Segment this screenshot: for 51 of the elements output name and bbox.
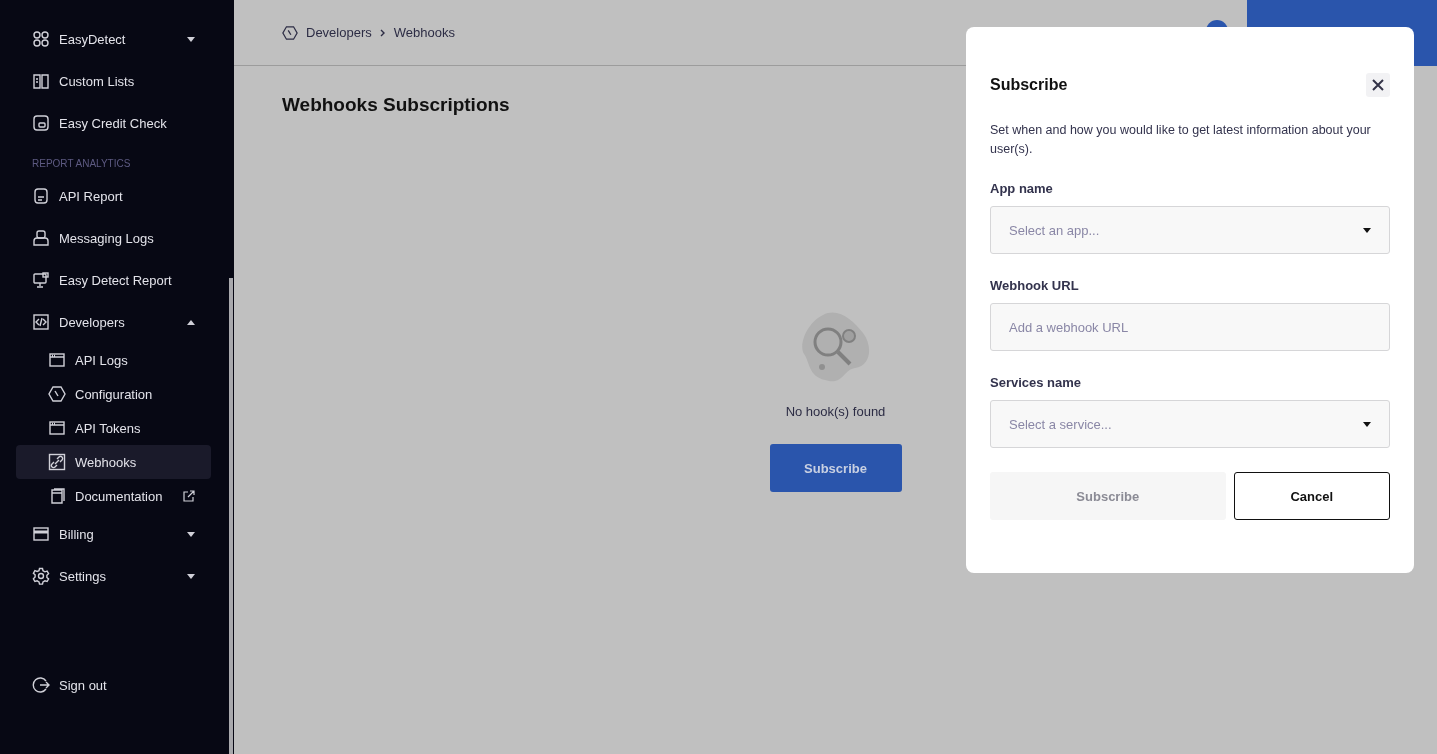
- code-icon: [32, 313, 50, 331]
- caret-icon: [1363, 421, 1371, 427]
- external-link-icon: [183, 490, 195, 502]
- notebook-icon: [48, 487, 66, 505]
- dialog-title: Subscribe: [990, 76, 1068, 94]
- page-title: Webhooks Subscriptions: [282, 94, 511, 116]
- close-icon: [1371, 78, 1385, 92]
- hexagon-icon: [282, 24, 298, 41]
- grid-icon: [32, 30, 50, 48]
- sidebar-item[interactable]: Easy Detect Report: [16, 259, 211, 301]
- chevron-icon: [379, 28, 386, 37]
- credit-card-icon: [32, 525, 50, 543]
- scrollbar[interactable]: [229, 278, 233, 754]
- cancel-button[interactable]: Cancel: [1233, 472, 1390, 520]
- section-label: REPORT ANALYTICS: [31, 158, 132, 169]
- card-icon: [32, 114, 50, 132]
- user-message-icon: [32, 229, 50, 247]
- sidebar-item[interactable]: Billing: [16, 513, 211, 555]
- field-label: Webhook URL: [990, 278, 1080, 293]
- sidebar-item[interactable]: Webhooks: [16, 445, 211, 479]
- sidebar-item[interactable]: Configuration: [16, 377, 211, 411]
- sidebar-item[interactable]: Easy Credit Check: [16, 102, 211, 144]
- sidebar-item[interactable]: API Tokens: [16, 411, 211, 445]
- sidebar-item[interactable]: Settings: [16, 555, 211, 597]
- link-icon: [48, 453, 66, 471]
- sidebar-item[interactable]: API Report: [16, 175, 211, 217]
- book-icon: [32, 72, 50, 90]
- field-label: Services name: [990, 375, 1083, 390]
- hexagon-icon: [48, 385, 66, 403]
- sign-out-icon: [32, 676, 50, 694]
- field-label: App name: [990, 181, 1054, 196]
- sign-out-link[interactable]: Sign out: [16, 664, 211, 706]
- browser-window-icon: [48, 351, 66, 369]
- caret-icon: [1363, 227, 1371, 233]
- close-button[interactable]: [1366, 73, 1390, 97]
- empty-message: No hook(s) found: [785, 404, 886, 419]
- sidebar-item[interactable]: Documentation: [16, 479, 211, 513]
- breadcrumb-link[interactable]: Developers: [306, 25, 372, 40]
- sidebar-item[interactable]: Custom Lists: [16, 60, 211, 102]
- browser-window-icon: [48, 419, 66, 437]
- sidebar-item[interactable]: API Logs: [16, 343, 211, 377]
- breadcrumb-link[interactable]: Webhooks: [393, 25, 455, 40]
- document-icon: [32, 187, 50, 205]
- monitor-icon: [32, 271, 50, 289]
- subscribe-button[interactable]: Subscribe: [769, 444, 902, 492]
- dialog-description: Set when and how you would like to get latest information about your user(s).: [990, 122, 1372, 158]
- sidebar-item[interactable]: EasyDetect: [16, 18, 211, 60]
- sidebar-item[interactable]: Developers: [16, 301, 211, 343]
- gear-icon: [32, 567, 50, 585]
- url-input-field[interactable]: Add a webhook URL: [990, 303, 1390, 351]
- sidebar-item[interactable]: Messaging Logs: [16, 217, 211, 259]
